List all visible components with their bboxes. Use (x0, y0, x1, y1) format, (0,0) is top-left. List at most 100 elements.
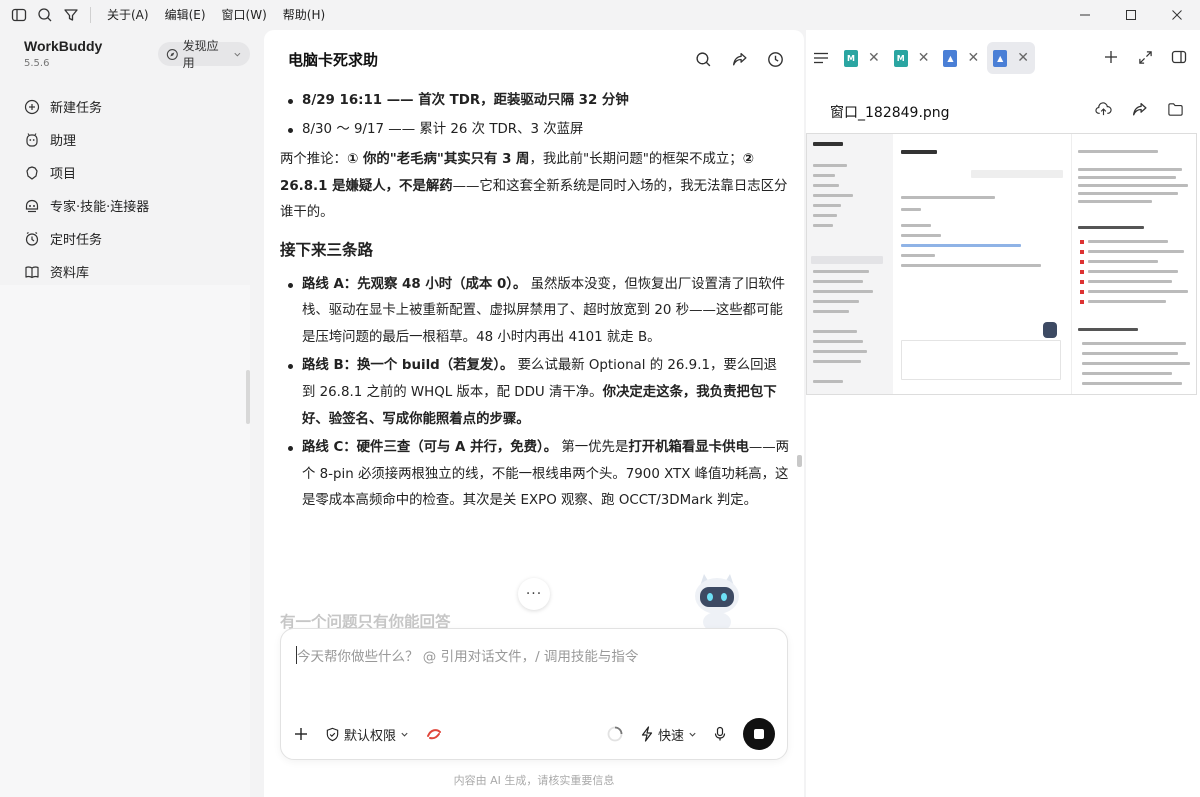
chat-header: 电脑卡死求助 (264, 30, 804, 86)
section-heading: 接下来三条路 (280, 240, 374, 259)
sidebar-item-new-task[interactable]: 新建任务 (14, 90, 246, 123)
menu-edit[interactable]: 编辑(E) (157, 0, 214, 30)
history-icon[interactable] (764, 48, 786, 70)
panel-actions (1100, 46, 1190, 68)
close-tab-icon[interactable]: ✕ (1017, 50, 1029, 66)
chevron-down-icon (401, 732, 408, 737)
chat-actions (692, 48, 786, 70)
more-options-button[interactable]: ··· (518, 578, 550, 610)
list-item: 路线 C：硬件三查（可与 A 并行，免费）。 第一优先是打开机箱看显卡供电——两… (288, 435, 790, 515)
sidebar-toggle-icon[interactable] (6, 0, 32, 30)
sidebar-item-label: 新建任务 (50, 101, 103, 116)
route-title: 路线 C：硬件三查（可与 A 并行，免费）。 (302, 440, 558, 456)
tab-file-1[interactable]: M ✕ (838, 42, 886, 74)
close-tab-icon[interactable]: ✕ (868, 50, 880, 66)
microphone-button[interactable] (713, 726, 727, 742)
image-file-icon: ▲ (943, 49, 958, 67)
ai-disclaimer: 内容由 AI 生成，请核实重要信息 (453, 774, 615, 787)
project-icon (26, 165, 38, 180)
input-toolbar: 默认权限 快速 (293, 718, 775, 750)
route-title: 路线 B：换一个 build（若复发）。 (302, 358, 514, 374)
sidebar-item-experts[interactable]: 专家·技能·连接器 (14, 189, 246, 222)
file-preview-panel: M ✕ M ✕ ▲ ✕ ▲ ✕ 窗口_182849.png (806, 30, 1200, 797)
list-item: 路线 A：先观察 48 小时（成本 0）。 虽然版本没变，但恢复出厂设置清了旧软… (288, 272, 790, 352)
discover-apps-button[interactable]: 发现应用 (158, 39, 250, 70)
share-icon[interactable] (1128, 98, 1150, 120)
message-input[interactable]: 今天帮你做些什么？ @ 引用对话文件，/ 调用技能与指令 默认权限 快速 (280, 628, 788, 760)
plus-icon (295, 728, 307, 740)
chat-scrollbar[interactable] (797, 455, 802, 467)
new-tab-icon[interactable] (1100, 46, 1122, 68)
sidebar-item-label: 定时任务 (50, 233, 103, 248)
preview-filename: 窗口_182849.png (830, 105, 950, 121)
list-item: 路线 B：换一个 build（若复发）。 要么试最新 Optional 的 26… (288, 353, 790, 433)
permission-selector[interactable]: 默认权限 (325, 725, 409, 744)
list-item: 8/30 ～ 9/17 —— 累计 26 次 TDR、3 次蓝屏 (288, 117, 790, 144)
sidebar-resize-handle[interactable] (246, 370, 250, 424)
timeline-bold: 8/29 16:11 —— 首次 TDR，距装驱动只隔 32 分钟 (302, 93, 629, 108)
input-placeholder: 今天帮你做些什么？ @ 引用对话文件，/ 调用技能与指令 (297, 649, 639, 665)
route-title: 路线 A：先观察 48 小时（成本 0）。 (302, 276, 527, 292)
sidebar-item-assistant[interactable]: 助理 (14, 123, 246, 156)
speed-selector[interactable]: 快速 (640, 725, 697, 744)
microphone-icon (714, 726, 726, 741)
discover-label: 发现应用 (182, 39, 219, 70)
search-icon[interactable] (32, 0, 58, 30)
preview-thumbnail-chat (893, 134, 1071, 394)
tab-file-2[interactable]: M ✕ (888, 42, 936, 74)
upload-icon[interactable] (1092, 98, 1114, 120)
add-attachment-button[interactable] (293, 726, 309, 742)
search-icon[interactable] (692, 48, 714, 70)
menu-about[interactable]: 关于(A) (99, 0, 157, 30)
stop-generation-button[interactable] (743, 718, 775, 750)
inference-paragraph: 两个推论：① 你的"老毛病"其实只有 3 周，我此前"长期问题"的框架不成立；②… (280, 147, 790, 227)
tab-file-4-active[interactable]: ▲ ✕ (987, 42, 1035, 74)
sidebar-item-library[interactable]: 资料库 (14, 255, 246, 288)
preview-thumbnail-right (1071, 134, 1196, 394)
toggle-panel-icon[interactable] (1168, 46, 1190, 68)
maximize-icon[interactable] (1108, 0, 1154, 30)
sidebar-item-label: 助理 (50, 134, 77, 149)
tab-file-3[interactable]: ▲ ✕ (937, 42, 985, 74)
menu-window[interactable]: 窗口(W) (214, 0, 275, 30)
loading-spinner-icon (606, 725, 624, 743)
filter-icon[interactable] (58, 0, 84, 30)
tab-menu-button[interactable] (806, 42, 836, 74)
timeline-text: 8/30 ～ 9/17 —— 累计 26 次 TDR、3 次蓝屏 (302, 121, 584, 137)
model-selector[interactable] (425, 726, 443, 742)
share-icon[interactable] (728, 48, 750, 70)
close-icon[interactable] (1154, 0, 1200, 30)
chat-title: 电脑卡死求助 (288, 51, 379, 69)
image-preview[interactable] (806, 133, 1197, 395)
chevron-down-icon (689, 732, 696, 737)
book-icon (25, 265, 39, 278)
sidebar-nav: 新建任务 助理 项目 专家·技能·连接器 定时任务 资料库 (14, 90, 246, 288)
file-actions (1092, 98, 1186, 120)
image-file-icon: ▲ (993, 49, 1008, 67)
stop-icon (754, 729, 764, 739)
close-tab-icon[interactable]: ✕ (918, 50, 930, 66)
minimize-icon[interactable] (1062, 0, 1108, 30)
expand-icon[interactable] (1134, 46, 1156, 68)
folder-icon[interactable] (1164, 98, 1186, 120)
routes-list: 路线 A：先观察 48 小时（成本 0）。 虽然版本没变，但恢复出厂设置清了旧软… (280, 272, 790, 515)
expert-icon (25, 199, 39, 212)
message-content: 8/29 16:11 —— 首次 TDR，距装驱动只隔 32 分钟 8/30 ～… (280, 88, 790, 517)
route-text: 第一优先是 (557, 440, 629, 456)
markdown-file-icon: M (893, 49, 908, 67)
inference-text: ，我此前"长期问题"的框架不成立； (529, 152, 743, 168)
preview-thumbnail-sidebar (807, 134, 893, 394)
close-tab-icon[interactable]: ✕ (967, 50, 979, 66)
sidebar-item-scheduled-tasks[interactable]: 定时任务 (14, 222, 246, 255)
sidebar-item-label: 项目 (50, 167, 77, 182)
assistant-icon (26, 132, 38, 147)
plus-circle-icon (24, 99, 40, 114)
timeline-list: 8/29 16:11 —— 首次 TDR，距装驱动只隔 32 分钟 8/30 ～… (280, 88, 790, 143)
sidebar-item-label: 专家·技能·连接器 (50, 200, 150, 215)
sidebar-item-projects[interactable]: 项目 (14, 156, 246, 189)
window-controls (1062, 0, 1200, 30)
menu-help[interactable]: 帮助(H) (275, 0, 333, 30)
sidebar-lower-area (0, 285, 250, 797)
divider (90, 7, 91, 23)
list-item: 8/29 16:11 —— 首次 TDR，距装驱动只隔 32 分钟 (288, 88, 790, 115)
